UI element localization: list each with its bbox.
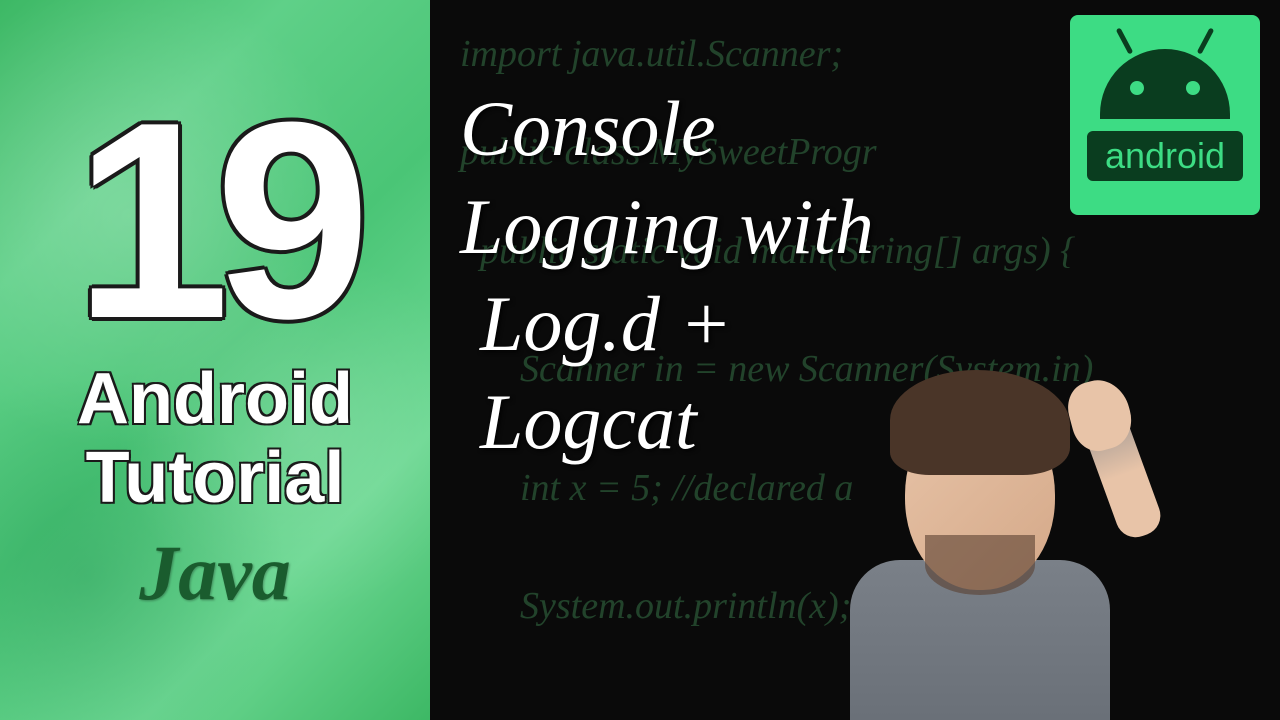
presenter-photo: [810, 340, 1150, 720]
left-panel: 19 Android Tutorial Java: [0, 0, 430, 720]
title-line: Logging with: [460, 178, 1080, 276]
language-label: Java: [139, 528, 291, 618]
right-panel: import java.util.Scanner; public class M…: [430, 0, 1280, 720]
subtitle-android: Android: [77, 360, 353, 439]
android-badge: android: [1070, 15, 1260, 215]
episode-number: 19: [74, 102, 355, 340]
thumbnail-container: 19 Android Tutorial Java import java.uti…: [0, 0, 1280, 720]
subtitle-tutorial: Tutorial: [86, 439, 345, 518]
title-line: Console: [460, 80, 1080, 178]
android-robot-icon: [1100, 49, 1230, 119]
android-badge-label: android: [1087, 131, 1243, 181]
